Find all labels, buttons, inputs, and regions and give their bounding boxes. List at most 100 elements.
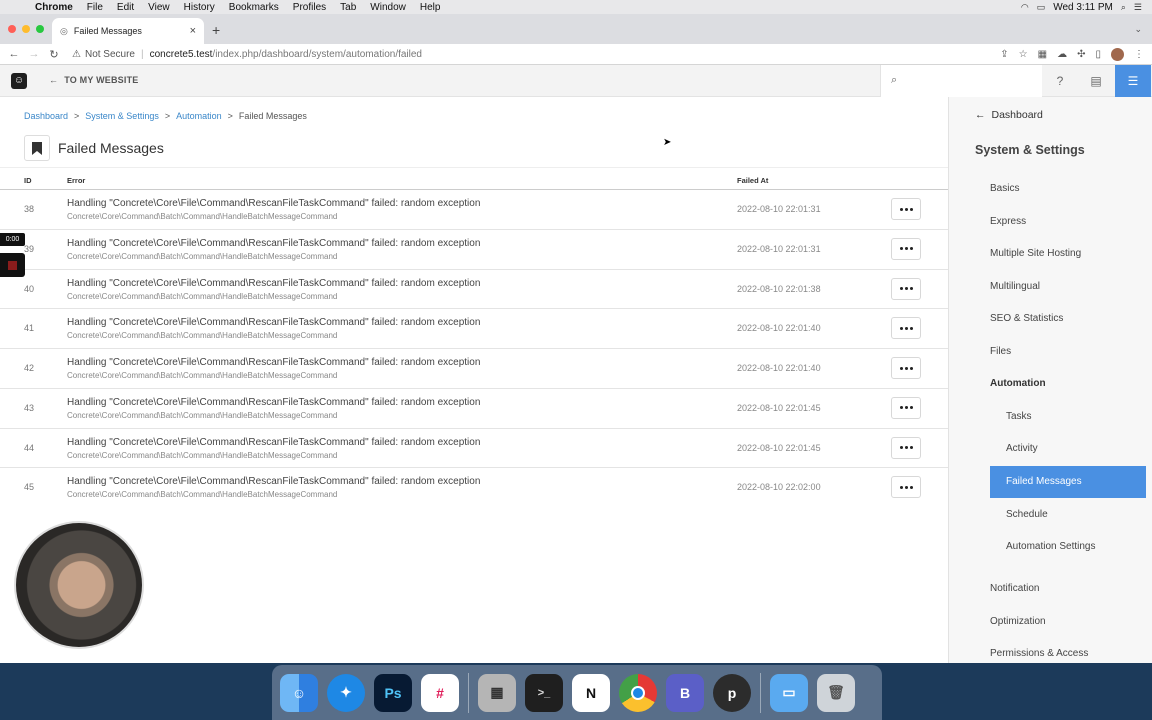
- bbedit-icon[interactable]: B: [666, 673, 704, 712]
- menubar-clock[interactable]: Wed 3:11 PM: [1053, 2, 1113, 13]
- sidebar-item-tasks[interactable]: Tasks: [990, 401, 1146, 433]
- menu-help[interactable]: Help: [420, 2, 441, 13]
- trash-icon[interactable]: 🗑: [817, 673, 855, 712]
- profile-avatar[interactable]: [1111, 47, 1124, 61]
- row-actions-button[interactable]: [891, 476, 921, 499]
- calculator-icon[interactable]: ▦: [478, 673, 516, 712]
- forward-icon[interactable]: →: [24, 48, 44, 60]
- warning-icon[interactable]: ⚠: [72, 49, 81, 60]
- row-command: Concrete\Core\Command\Batch\Command\Hand…: [67, 291, 338, 301]
- browser-tab[interactable]: ◎ Failed Messages ×: [52, 18, 204, 44]
- sidebar-item-automation[interactable]: Automation: [990, 368, 1146, 400]
- back-to-website-link[interactable]: ← TO MY WEBSITE: [49, 75, 138, 85]
- row-actions-button[interactable]: [891, 317, 921, 340]
- column-error[interactable]: Error: [67, 176, 85, 185]
- sidebar-item-permissions-access[interactable]: Permissions & Access: [990, 638, 1146, 670]
- sidebar-item-notification[interactable]: Notification: [990, 573, 1146, 605]
- sidebar-item-activity[interactable]: Activity: [990, 433, 1146, 465]
- table-row[interactable]: 40 Handling "Concrete\Core\File\Command\…: [0, 270, 948, 310]
- row-actions-button[interactable]: [891, 237, 921, 260]
- bookmark-star-icon[interactable]: ☆: [1019, 49, 1028, 60]
- menu-profiles[interactable]: Profiles: [293, 2, 326, 13]
- table-row[interactable]: 44 Handling "Concrete\Core\File\Command\…: [0, 429, 948, 469]
- more-menu-icon[interactable]: ⋮: [1134, 49, 1144, 60]
- breadcrumb-automation[interactable]: Automation: [176, 111, 222, 121]
- wifi-icon[interactable]: ◠: [1021, 2, 1029, 13]
- extension-icon[interactable]: ▦: [1038, 49, 1047, 60]
- row-actions-button[interactable]: [891, 357, 921, 379]
- row-actions-button[interactable]: [891, 277, 921, 300]
- tab-search-icon[interactable]: ⌄: [1134, 24, 1142, 35]
- menu-history[interactable]: History: [184, 2, 215, 13]
- stop-recording-button[interactable]: [0, 253, 25, 277]
- row-actions-button[interactable]: [891, 436, 921, 459]
- menu-file[interactable]: File: [87, 2, 103, 13]
- bookmark-button[interactable]: [24, 135, 50, 161]
- table-row[interactable]: 38 Handling "Concrete\Core\File\Command\…: [0, 190, 948, 230]
- sidebar-item-schedule[interactable]: Schedule: [990, 499, 1146, 531]
- macos-menubar: Chrome File Edit View History Bookmarks …: [0, 0, 1152, 14]
- window-zoom-icon[interactable]: [36, 25, 44, 33]
- sidebar-item-multiple-site-hosting[interactable]: Multiple Site Hosting: [990, 238, 1146, 270]
- breadcrumb-system-settings[interactable]: System & Settings: [85, 111, 159, 121]
- sidebar-item-failed-messages[interactable]: Failed Messages: [990, 466, 1146, 498]
- status-icons: ◠ ▭ Wed 3:11 PM ⌕ ☰: [1021, 2, 1152, 13]
- table-row[interactable]: 42 Handling "Concrete\Core\File\Command\…: [0, 349, 948, 389]
- back-icon[interactable]: ←: [4, 48, 24, 60]
- concrete-logo-icon[interactable]: ☺: [11, 73, 27, 89]
- column-failed-at[interactable]: Failed At: [737, 176, 768, 185]
- sidebar-item-basics[interactable]: Basics: [990, 173, 1146, 205]
- tab-close-icon[interactable]: ×: [190, 25, 196, 37]
- photoshop-icon[interactable]: Ps: [374, 673, 412, 712]
- table-row[interactable]: 41 Handling "Concrete\Core\File\Command\…: [0, 309, 948, 349]
- menu-view[interactable]: View: [148, 2, 170, 13]
- table-row[interactable]: 39 Handling "Concrete\Core\File\Command\…: [0, 230, 948, 270]
- sidebar-toggle-icon[interactable]: ▯: [1095, 49, 1101, 60]
- window-minimize-icon[interactable]: [22, 25, 30, 33]
- breadcrumb-dashboard[interactable]: Dashboard: [24, 111, 68, 121]
- sliders-icon[interactable]: ☰: [1115, 65, 1151, 97]
- folder-icon[interactable]: ▭: [770, 673, 808, 712]
- menu-edit[interactable]: Edit: [117, 2, 134, 13]
- sidebar-item-automation-settings[interactable]: Automation Settings: [990, 531, 1146, 563]
- menu-tab[interactable]: Tab: [340, 2, 356, 13]
- table-row[interactable]: 43 Handling "Concrete\Core\File\Command\…: [0, 389, 948, 429]
- row-actions-button[interactable]: [891, 198, 921, 220]
- sidebar-item-seo-statistics[interactable]: SEO & Statistics: [990, 303, 1146, 335]
- sidebar-item-multilingual[interactable]: Multilingual: [990, 271, 1146, 303]
- finder-icon[interactable]: ☺: [280, 673, 318, 712]
- sidebar-item-optimization[interactable]: Optimization: [990, 606, 1146, 638]
- row-command: Concrete\Core\Command\Batch\Command\Hand…: [67, 450, 338, 460]
- row-id: 41: [24, 323, 35, 334]
- notion-icon[interactable]: N: [572, 673, 610, 712]
- battery-icon[interactable]: ▭: [1037, 2, 1046, 13]
- row-actions-button[interactable]: [891, 396, 921, 419]
- cms-search-input[interactable]: ⌕: [880, 65, 1042, 97]
- control-center-icon[interactable]: ☰: [1134, 2, 1142, 13]
- new-tab-icon[interactable]: +: [212, 22, 220, 38]
- ellipsis-icon: [899, 485, 913, 489]
- row-failed-at: 2022-08-10 22:01:40: [737, 323, 821, 334]
- window-close-icon[interactable]: [8, 25, 16, 33]
- share-icon[interactable]: ⇪: [1000, 49, 1008, 60]
- sidebar-item-express[interactable]: Express: [990, 206, 1146, 238]
- address-bar[interactable]: ⚠ Not Secure | concrete5.test /index.php…: [72, 49, 422, 60]
- sidebar-item-files[interactable]: Files: [990, 336, 1146, 368]
- spotlight-icon[interactable]: ⌕: [1121, 2, 1126, 13]
- terminal-icon[interactable]: >_: [525, 673, 563, 712]
- chrome-icon[interactable]: [619, 673, 657, 712]
- menu-chrome[interactable]: Chrome: [35, 2, 73, 13]
- menu-window[interactable]: Window: [370, 2, 406, 13]
- menu-bookmarks[interactable]: Bookmarks: [229, 2, 279, 13]
- help-icon[interactable]: ?: [1042, 65, 1078, 97]
- column-id[interactable]: ID: [24, 176, 32, 185]
- safari-icon[interactable]: ✦: [327, 673, 365, 712]
- p-app-icon[interactable]: p: [713, 673, 751, 712]
- table-row[interactable]: 45 Handling "Concrete\Core\File\Command\…: [0, 468, 948, 508]
- sidebar-back-link[interactable]: ← Dashboard: [975, 109, 1043, 121]
- slack-icon[interactable]: #: [421, 673, 459, 712]
- puzzle-icon[interactable]: ✣: [1077, 49, 1085, 60]
- pages-icon[interactable]: ▤: [1078, 65, 1114, 97]
- reload-icon[interactable]: ↻: [44, 48, 64, 61]
- cloud-extension-icon[interactable]: ☁: [1057, 49, 1067, 60]
